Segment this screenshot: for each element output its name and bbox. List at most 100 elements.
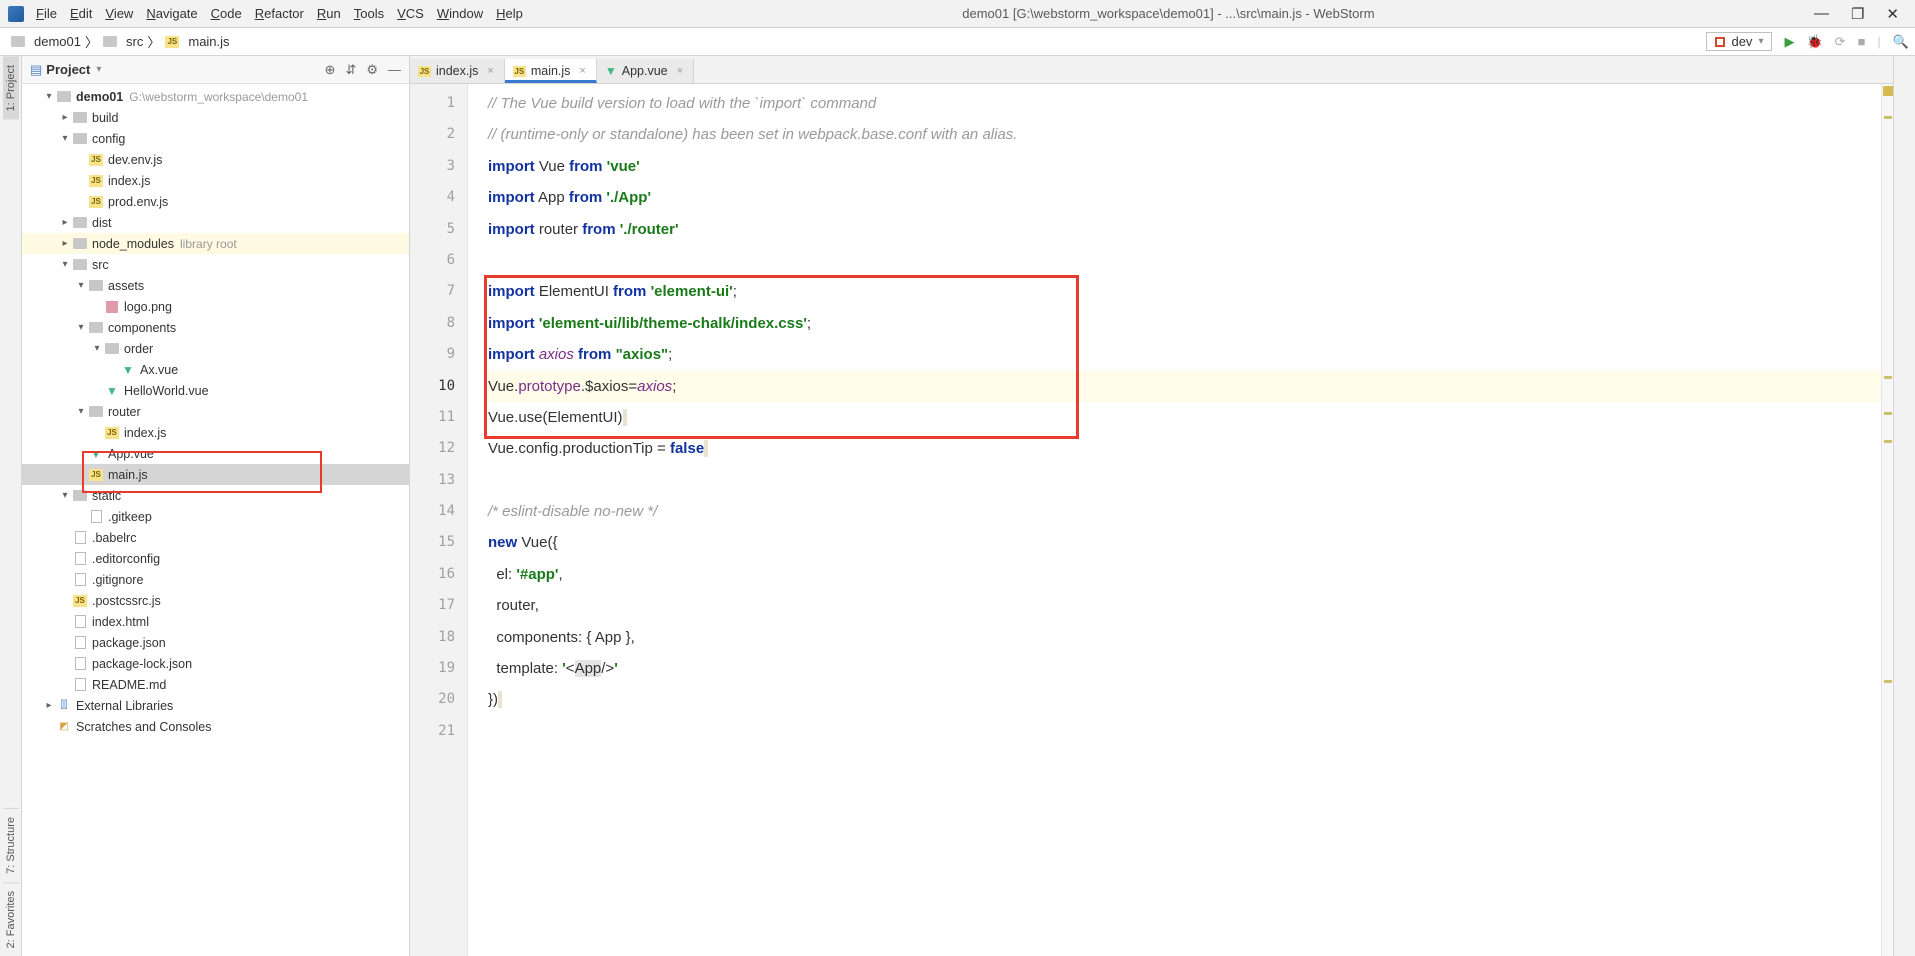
rail-tab-favorites[interactable]: 2: Favorites <box>3 882 19 956</box>
tree-item[interactable]: ▸dist <box>22 212 409 233</box>
code-line[interactable]: router, <box>488 590 1881 621</box>
run-config-selector[interactable]: dev ▾ <box>1706 32 1772 51</box>
tree-item[interactable]: ▼HelloWorld.vue <box>22 380 409 401</box>
error-mark[interactable] <box>1884 376 1892 379</box>
code-line[interactable]: Vue.use(ElementUI) <box>488 402 1881 433</box>
tree-item[interactable]: ▾demo01G:\webstorm_workspace\demo01 <box>22 86 409 107</box>
tree-item[interactable]: logo.png <box>22 296 409 317</box>
code-line[interactable]: import ElementUI from 'element-ui'; <box>488 276 1881 307</box>
tree-item[interactable]: JSindex.js <box>22 170 409 191</box>
tree-item[interactable]: ▸node_moduleslibrary root <box>22 233 409 254</box>
project-tool-window: ▤ Project ▾ ⊕ ⇵ ⚙ — ▾demo01G:\webstorm_w… <box>22 56 410 956</box>
close-tab-icon[interactable]: × <box>579 65 585 77</box>
menu-file[interactable]: File <box>36 6 57 21</box>
code-line[interactable]: import router from './router' <box>488 214 1881 245</box>
code-line[interactable] <box>488 245 1881 276</box>
hide-icon[interactable]: — <box>388 62 401 78</box>
tree-item[interactable]: ▾order <box>22 338 409 359</box>
project-panel-title: Project <box>46 62 90 77</box>
menu-navigate[interactable]: Navigate <box>146 6 197 21</box>
maximize-button[interactable]: ❐ <box>1851 5 1864 23</box>
code-line[interactable]: el: '#app', <box>488 559 1881 590</box>
error-mark[interactable] <box>1884 680 1892 683</box>
search-icon[interactable]: 🔍 <box>1893 34 1909 50</box>
locate-icon[interactable]: ⊕ <box>325 62 336 78</box>
menu-help[interactable]: Help <box>496 6 523 21</box>
code-line[interactable]: template: '<App/>' <box>488 653 1881 684</box>
tree-item[interactable]: ▸build <box>22 107 409 128</box>
code-line[interactable]: import axios from "axios"; <box>488 339 1881 370</box>
code-line[interactable]: new Vue({ <box>488 527 1881 558</box>
close-tab-icon[interactable]: × <box>487 65 493 77</box>
code-line[interactable]: import 'element-ui/lib/theme-chalk/index… <box>488 308 1881 339</box>
tree-item[interactable]: JSindex.js <box>22 422 409 443</box>
dropdown-icon[interactable]: ▾ <box>96 64 101 75</box>
error-mark[interactable] <box>1884 412 1892 415</box>
rail-tab-project[interactable]: 1: Project <box>3 56 19 119</box>
tree-item[interactable]: ▾components <box>22 317 409 338</box>
error-stripe[interactable] <box>1881 84 1893 956</box>
gear-icon[interactable]: ⚙ <box>366 62 378 78</box>
tree-item[interactable]: ▾router <box>22 401 409 422</box>
tree-item[interactable]: ▸⫿⫿External Libraries <box>22 695 409 716</box>
close-button[interactable]: ✕ <box>1886 5 1899 23</box>
tree-item[interactable]: index.html <box>22 611 409 632</box>
stop-button[interactable]: ■ <box>1858 34 1866 49</box>
menu-tools[interactable]: Tools <box>354 6 384 21</box>
code-line[interactable]: // The Vue build version to load with th… <box>488 88 1881 119</box>
menu-refactor[interactable]: Refactor <box>255 6 304 21</box>
collapse-icon[interactable]: ⇵ <box>345 62 356 78</box>
tree-item[interactable]: ▼Ax.vue <box>22 359 409 380</box>
code-line[interactable]: Vue.prototype.$axios=axios; <box>488 371 1881 402</box>
rail-tab-structure[interactable]: 7: Structure <box>3 808 19 882</box>
editor-tab[interactable]: JSmain.js× <box>505 59 597 83</box>
minimize-button[interactable]: — <box>1814 5 1829 23</box>
tree-item[interactable]: package.json <box>22 632 409 653</box>
menu-edit[interactable]: Edit <box>70 6 92 21</box>
breadcrumb-item[interactable]: src <box>98 32 147 51</box>
tree-item[interactable]: JS.postcssrc.js <box>22 590 409 611</box>
menu-window[interactable]: Window <box>437 6 483 21</box>
tree-item[interactable]: README.md <box>22 674 409 695</box>
rerun-button[interactable]: ⟳ <box>1835 34 1846 50</box>
tree-item[interactable]: ▾src <box>22 254 409 275</box>
editor-tab[interactable]: ▼App.vue× <box>597 59 694 83</box>
run-button[interactable]: ▶ <box>1784 34 1794 50</box>
code-line[interactable]: /* eslint-disable no-new */ <box>488 496 1881 527</box>
tree-item[interactable]: .gitkeep <box>22 506 409 527</box>
tree-item[interactable]: package-lock.json <box>22 653 409 674</box>
menu-run[interactable]: Run <box>317 6 341 21</box>
tree-item[interactable]: .editorconfig <box>22 548 409 569</box>
code-line[interactable]: components: { App }, <box>488 622 1881 653</box>
code-area[interactable]: // The Vue build version to load with th… <box>468 84 1881 956</box>
breadcrumb-item[interactable]: JSmain.js <box>160 32 233 51</box>
code-line[interactable]: import App from './App' <box>488 182 1881 213</box>
breadcrumb-item[interactable]: demo01 <box>6 32 85 51</box>
tree-item[interactable]: ▾config <box>22 128 409 149</box>
menu-view[interactable]: View <box>105 6 133 21</box>
title-bar: File Edit View Navigate Code Refactor Run Tools… <box>0 0 1915 28</box>
code-line[interactable]: // (runtime-only or standalone) has been… <box>488 119 1881 150</box>
code-line[interactable] <box>488 465 1881 496</box>
tree-item[interactable]: ▾static <box>22 485 409 506</box>
tree-item[interactable]: ▼App.vue <box>22 443 409 464</box>
tree-item[interactable]: JSdev.env.js <box>22 149 409 170</box>
error-mark[interactable] <box>1884 116 1892 119</box>
tree-item[interactable]: JSprod.env.js <box>22 191 409 212</box>
debug-button[interactable]: 🐞 <box>1806 34 1822 50</box>
tree-item[interactable]: JSmain.js <box>22 464 409 485</box>
editor-tab[interactable]: JSindex.js× <box>410 59 505 83</box>
menu-vcs[interactable]: VCS <box>397 6 424 21</box>
code-line[interactable]: import Vue from 'vue' <box>488 151 1881 182</box>
tree-item[interactable]: ▾assets <box>22 275 409 296</box>
close-tab-icon[interactable]: × <box>677 65 683 77</box>
code-line[interactable]: Vue.config.productionTip = false <box>488 433 1881 464</box>
project-tree[interactable]: ▾demo01G:\webstorm_workspace\demo01▸buil… <box>22 84 409 956</box>
code-line[interactable] <box>488 716 1881 747</box>
code-line[interactable]: }) <box>488 684 1881 715</box>
error-mark[interactable] <box>1884 440 1892 443</box>
tree-item[interactable]: .gitignore <box>22 569 409 590</box>
tree-item[interactable]: .babelrc <box>22 527 409 548</box>
tree-item[interactable]: ◩Scratches and Consoles <box>22 716 409 737</box>
menu-code[interactable]: Code <box>211 6 242 21</box>
